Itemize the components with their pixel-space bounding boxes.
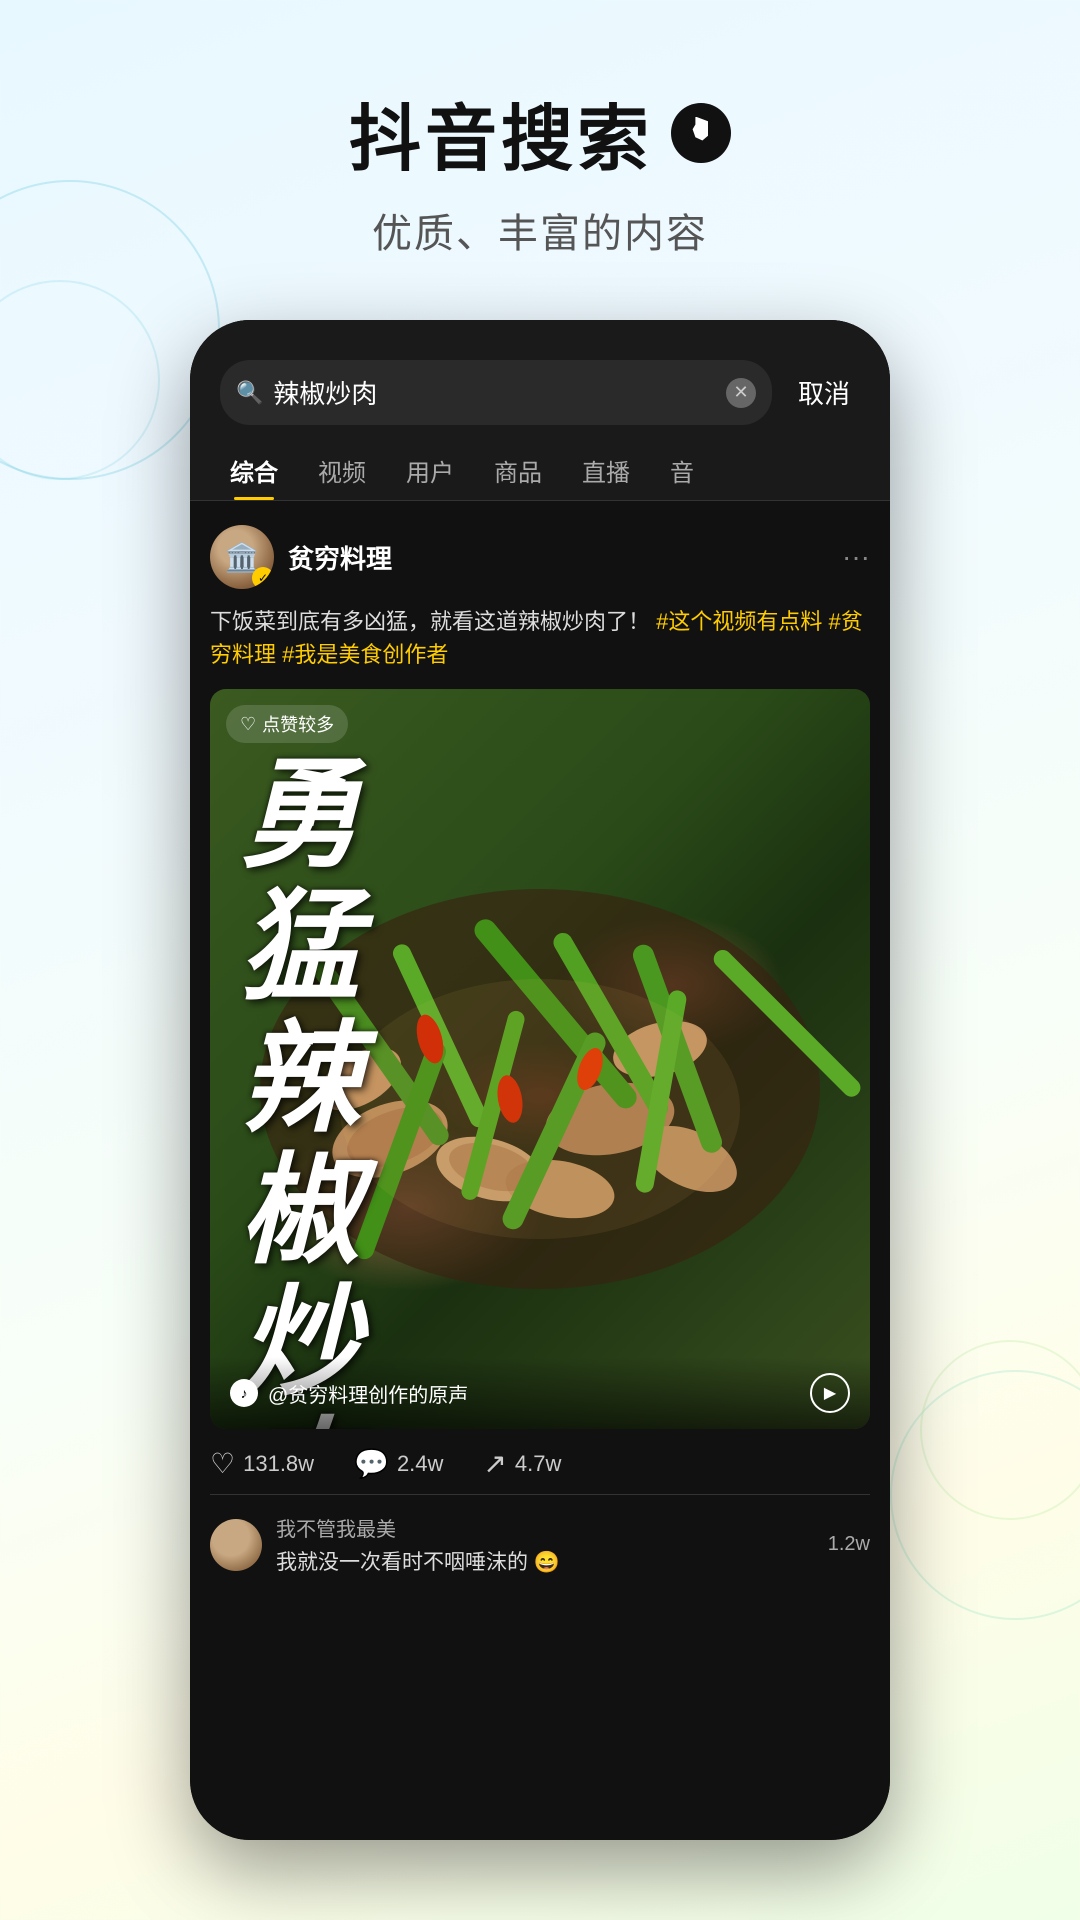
verified-badge: ✓	[252, 567, 274, 589]
tab-直播[interactable]: 直播	[562, 441, 650, 500]
comments-item[interactable]: 💬 2.4w	[354, 1447, 443, 1480]
badge-text: 点赞较多	[262, 711, 334, 737]
likes-count: 131.8w	[243, 1451, 314, 1477]
creator-name[interactable]: 贫穷料理	[288, 539, 392, 576]
heart-icon: ♡	[210, 1447, 235, 1480]
search-bar-area: 🔍 辣椒炒肉 ✕ 取消	[190, 320, 890, 425]
phone-frame: 🔍 辣椒炒肉 ✕ 取消 综合 视频 用户 商品	[190, 320, 890, 1840]
comment-content: 我不管我最美 我就没一次看时不咽唾沫的 😄	[276, 1513, 560, 1576]
header-section: 抖音搜索 优质、丰富的内容	[0, 0, 1080, 299]
search-icon: 🔍	[236, 380, 263, 406]
search-input-wrap[interactable]: 🔍 辣椒炒肉 ✕	[220, 360, 772, 425]
clear-search-button[interactable]: ✕	[726, 378, 756, 408]
commenter-name[interactable]: 我不管我最美	[276, 1513, 560, 1542]
audio-text: @贫穷料理创作的原声	[268, 1379, 468, 1408]
video-bottom-bar: ♪ @贫穷料理创作的原声 ▶	[210, 1357, 870, 1429]
interaction-row: ♡ 131.8w 💬 2.4w ↗ 4.7w	[210, 1429, 870, 1495]
creator-info: 🏛️ ✓ 贫穷料理	[210, 525, 392, 589]
phone-mockup: 🔍 辣椒炒肉 ✕ 取消 综合 视频 用户 商品	[190, 320, 890, 1840]
video-thumbnail[interactable]: ♡ 点赞较多 勇猛辣椒炒肉 ♪ @贫穷料理创作的原声 ▶	[210, 689, 870, 1429]
comment-text: 我就没一次看时不咽唾沫的 😄	[276, 1546, 560, 1576]
shares-item[interactable]: ↗ 4.7w	[483, 1447, 561, 1480]
tiktok-note-icon: ♪	[230, 1379, 258, 1407]
tabs-row: 综合 视频 用户 商品 直播 音	[190, 425, 890, 501]
heart-icon-small: ♡	[240, 714, 256, 735]
tab-音[interactable]: 音	[650, 441, 714, 500]
post-description: 下饭菜到底有多凶猛，就看这道辣椒炒肉了！ #这个视频有点料 #贫穷料理 #我是美…	[210, 605, 870, 671]
comment-icon: 💬	[354, 1447, 389, 1480]
subtitle-text: 优质、丰富的内容	[0, 201, 1080, 259]
tab-综合[interactable]: 综合	[210, 441, 298, 500]
content-area: 🏛️ ✓ 贫穷料理 ··· 下饭菜到底有多凶猛，就看这道辣椒炒肉了！ #这个视频…	[190, 501, 890, 1600]
comment-count: 1.2w	[828, 1533, 870, 1556]
cancel-search-button[interactable]: 取消	[788, 374, 860, 411]
tab-商品[interactable]: 商品	[474, 441, 562, 500]
comment-preview-row: 我不管我最美 我就没一次看时不咽唾沫的 😄 1.2w	[210, 1495, 870, 1576]
shares-count: 4.7w	[515, 1451, 561, 1477]
tab-视频[interactable]: 视频	[298, 441, 386, 500]
likes-item[interactable]: ♡ 131.8w	[210, 1447, 314, 1480]
more-options-button[interactable]: ···	[842, 541, 870, 573]
tab-用户[interactable]: 用户	[386, 441, 474, 500]
title-text: 抖音搜索	[349, 80, 653, 185]
phone-inner: 🔍 辣椒炒肉 ✕ 取消 综合 视频 用户 商品	[190, 320, 890, 1840]
tiktok-logo-icon	[671, 103, 731, 163]
creator-row: 🏛️ ✓ 贫穷料理 ···	[210, 525, 870, 589]
page-title: 抖音搜索	[0, 80, 1080, 185]
video-badge: ♡ 点赞较多	[226, 705, 348, 743]
food-visual-svg	[210, 689, 870, 1429]
play-button[interactable]: ▶	[810, 1373, 850, 1413]
comments-count: 2.4w	[397, 1451, 443, 1477]
commenter-avatar	[210, 1519, 262, 1571]
creator-avatar[interactable]: 🏛️ ✓	[210, 525, 274, 589]
share-icon: ↗	[483, 1447, 506, 1480]
search-query-display: 辣椒炒肉	[273, 374, 716, 411]
post-text: 下饭菜到底有多凶猛，就看这道辣椒炒肉了！	[210, 609, 650, 634]
